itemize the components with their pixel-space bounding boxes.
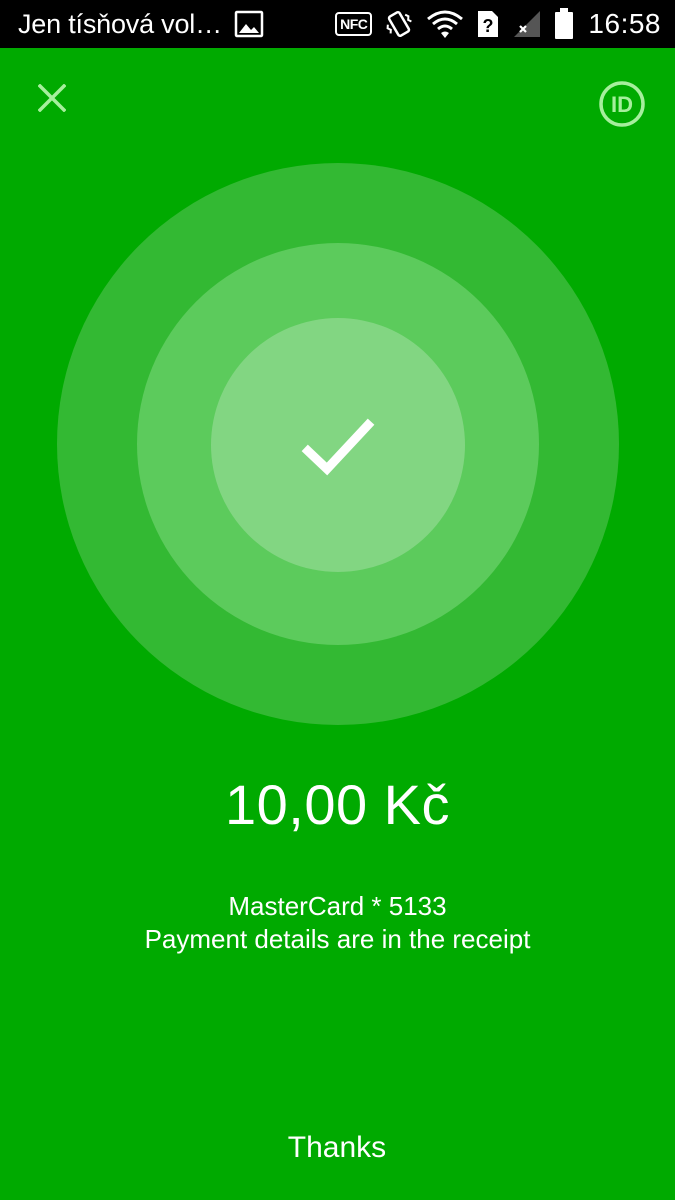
wifi-icon — [427, 10, 464, 38]
receipt-note: Payment details are in the receipt — [144, 924, 531, 954]
status-bar: Jen tísňová vol… NFC ? 16:58 — [0, 0, 675, 48]
card-number: MasterCard * 5133 — [228, 891, 447, 921]
id-icon-label: ID — [611, 92, 633, 117]
image-notification-icon — [234, 10, 264, 38]
vibrate-icon — [386, 10, 413, 38]
battery-icon — [555, 8, 574, 39]
app-content: ID 10,00 Kč MasterCard * 5133 Payment de… — [0, 48, 675, 1200]
close-icon — [38, 84, 66, 112]
unknown-sim-icon: ? — [478, 11, 499, 37]
payment-success-screen: Jen tísňová vol… NFC ? 16:58 ID 10,00 Kč… — [0, 0, 675, 1200]
status-left: Jen tísňová vol… — [18, 9, 335, 40]
status-right: NFC ? 16:58 — [335, 8, 661, 40]
status-time: 16:58 — [588, 8, 661, 39]
payment-card-info: MasterCard * 5133 Payment details are in… — [0, 890, 675, 956]
status-notification-text: Jen tísňová vol… — [18, 8, 222, 39]
close-button[interactable] — [28, 74, 76, 122]
nfc-icon: NFC — [335, 12, 373, 36]
id-button[interactable]: ID — [596, 78, 648, 130]
thanks-button[interactable]: Thanks — [237, 1118, 437, 1178]
checkmark-icon — [301, 418, 375, 476]
success-indicator — [57, 163, 619, 725]
signal-icon — [514, 11, 541, 37]
svg-text:?: ? — [483, 16, 494, 36]
payment-amount: 10,00 Kč — [224, 773, 451, 836]
